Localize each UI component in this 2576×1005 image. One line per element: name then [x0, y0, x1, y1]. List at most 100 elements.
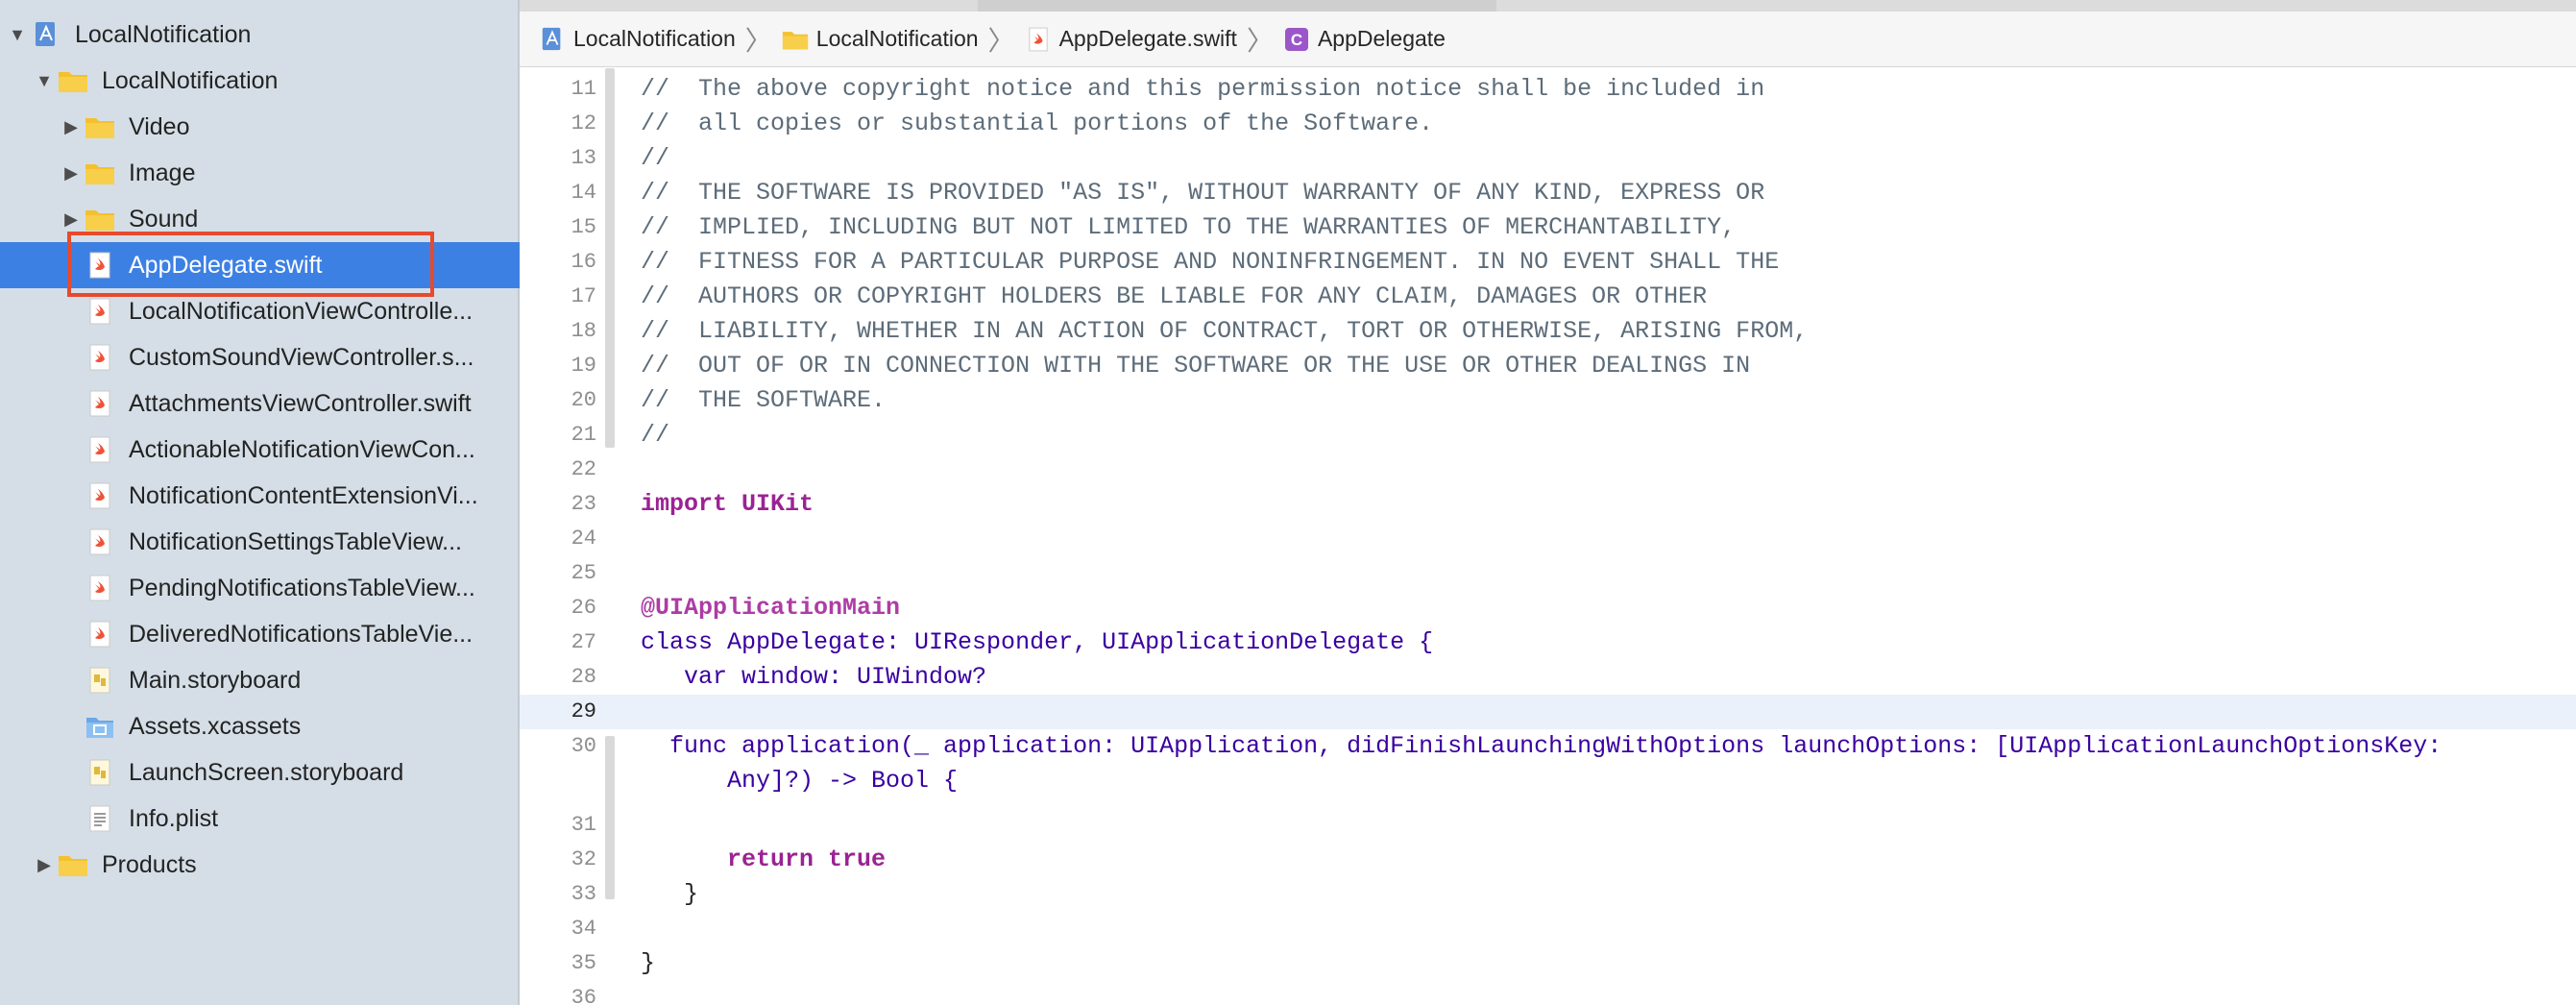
nav-item-folder-sound[interactable]: ▶ Sound: [0, 196, 520, 242]
code-line[interactable]: 22: [520, 453, 2576, 487]
nav-item-main-storyboard[interactable]: Main.storyboard: [0, 657, 520, 703]
nav-item-label: Image: [129, 159, 196, 186]
nav-item-group-localnotification[interactable]: ▼ LocalNotification: [0, 58, 520, 104]
nav-item-label: LaunchScreen.storyboard: [129, 758, 404, 786]
swift-file-icon: [85, 390, 115, 417]
code-line[interactable]: 31: [520, 808, 2576, 843]
code-line[interactable]: 26 @UIApplicationMain: [520, 591, 2576, 625]
nav-item-label: LocalNotificationViewControlle...: [129, 297, 474, 325]
code-line[interactable]: 25: [520, 556, 2576, 591]
line-number: 19: [571, 354, 596, 378]
nav-item-info-plist[interactable]: Info.plist: [0, 796, 520, 842]
breadcrumb-group[interactable]: LocalNotification: [782, 26, 979, 53]
code-line[interactable]: 27 class AppDelegate: UIResponder, UIAppl…: [520, 625, 2576, 660]
disclosure-closed-icon[interactable]: ▶: [58, 159, 85, 186]
nav-item-appdelegate-swift[interactable]: AppDelegate.swift: [0, 242, 520, 288]
code-line[interactable]: 14 // THE SOFTWARE IS PROVIDED "AS IS", W…: [520, 176, 2576, 210]
swift-file-icon: [85, 298, 115, 325]
line-number: 36: [571, 986, 596, 1005]
chevron-right-icon: 〉: [744, 25, 772, 56]
nav-item-swift-file[interactable]: NotificationSettingsTableView...: [0, 519, 520, 565]
nav-item-swift-file[interactable]: AttachmentsViewController.swift: [0, 380, 520, 427]
breadcrumb-label: AppDelegate: [1317, 26, 1446, 51]
code-line[interactable]: 17 // AUTHORS OR COPYRIGHT HOLDERS BE LIA…: [520, 280, 2576, 314]
swift-file-icon: [85, 528, 115, 555]
swift-file-icon: [85, 344, 115, 371]
disclosure-open-icon[interactable]: ▼: [4, 21, 31, 48]
code-text: // IMPLIED, INCLUDING BUT NOT LIMITED TO…: [641, 213, 1737, 241]
breadcrumb-label: LocalNotification: [815, 26, 979, 51]
breadcrumb-file[interactable]: AppDelegate.swift: [1025, 26, 1237, 53]
code-line[interactable]: 19 // OUT OF OR IN CONNECTION WITH THE SO…: [520, 349, 2576, 383]
breadcrumb-label: LocalNotification: [573, 26, 736, 51]
nav-item-label: NotificationContentExtensionVi...: [129, 481, 478, 509]
code-text: Any]?) -> Bool {: [641, 767, 959, 795]
code-line[interactable]: 24: [520, 522, 2576, 556]
nav-item-swift-file[interactable]: PendingNotificationsTableView...: [0, 565, 520, 611]
folder-icon: [58, 67, 88, 94]
folder-icon: [782, 26, 809, 53]
code-line[interactable]: 12 // all copies or substantial portions …: [520, 107, 2576, 141]
disclosure-closed-icon[interactable]: ▶: [58, 113, 85, 140]
swift-file-icon: [1025, 26, 1052, 53]
disclosure-open-icon[interactable]: ▼: [31, 67, 58, 94]
nav-item-folder-image[interactable]: ▶ Image: [0, 150, 520, 196]
nav-item-launchscreen-storyboard[interactable]: LaunchScreen.storyboard: [0, 749, 520, 796]
line-number: 20: [571, 388, 596, 412]
chevron-right-icon: 〉: [987, 25, 1015, 56]
code-text: // all copies or substantial portions of…: [641, 110, 1434, 137]
code-line[interactable]: 15 // IMPLIED, INCLUDING BUT NOT LIMITED …: [520, 210, 2576, 245]
code-line[interactable]: 20 // THE SOFTWARE.: [520, 383, 2576, 418]
nav-item-label: LocalNotification: [75, 20, 252, 48]
code-line[interactable]: 32 return true: [520, 843, 2576, 877]
storyboard-icon: [85, 759, 115, 786]
code-line[interactable]: 13 //: [520, 141, 2576, 176]
nav-item-group-products[interactable]: ▶ Products: [0, 842, 520, 888]
code-line[interactable]: 28 var window: UIWindow?: [520, 660, 2576, 695]
code-line[interactable]: 30 func application(_ application: UIApp…: [520, 729, 2576, 764]
disclosure-closed-icon[interactable]: ▶: [31, 851, 58, 878]
plist-icon: [85, 805, 115, 832]
nav-item-swift-file[interactable]: CustomSoundViewController.s...: [0, 334, 520, 380]
disclosure-closed-icon[interactable]: ▶: [58, 206, 85, 233]
nav-item-label: Sound: [129, 205, 199, 233]
code-line[interactable]: 33 }: [520, 877, 2576, 912]
code-text: // LIABILITY, WHETHER IN AN ACTION OF CO…: [641, 317, 1809, 345]
nav-item-folder-video[interactable]: ▶ Video: [0, 104, 520, 150]
code-line[interactable]: 36: [520, 981, 2576, 1005]
storyboard-icon: [85, 667, 115, 694]
line-number: 26: [571, 596, 596, 620]
code-text: // THE SOFTWARE.: [641, 386, 887, 414]
nav-item-assets[interactable]: Assets.xcassets: [0, 703, 520, 749]
breadcrumb-symbol[interactable]: C AppDelegate: [1283, 26, 1446, 53]
line-number: 21: [571, 423, 596, 447]
code-text: }: [641, 880, 699, 908]
nav-item-swift-file[interactable]: NotificationContentExtensionVi...: [0, 473, 520, 519]
nav-item-swift-file[interactable]: ActionableNotificationViewCon...: [0, 427, 520, 473]
code-line[interactable]: 21 //: [520, 418, 2576, 453]
line-number: 35: [571, 951, 596, 975]
nav-item-swift-file[interactable]: LocalNotificationViewControlle...: [0, 288, 520, 334]
code-line-current[interactable]: 29: [520, 695, 2576, 729]
code-line[interactable]: 18 // LIABILITY, WHETHER IN AN ACTION OF …: [520, 314, 2576, 349]
breadcrumb-project[interactable]: LocalNotification: [539, 26, 736, 53]
code-text: // AUTHORS OR COPYRIGHT HOLDERS BE LIABL…: [641, 282, 1708, 310]
code-text: //: [641, 144, 670, 172]
nav-item-swift-file[interactable]: DeliveredNotificationsTableVie...: [0, 611, 520, 657]
code-line-wrapped[interactable]: Any]?) -> Bool {: [520, 764, 2576, 798]
folder-icon: [85, 206, 115, 233]
nav-item-label: NotificationSettingsTableView...: [129, 527, 462, 555]
code-line[interactable]: 34: [520, 912, 2576, 946]
line-number: 12: [571, 111, 596, 135]
nav-item-label: DeliveredNotificationsTableVie...: [129, 620, 474, 648]
code-line[interactable]: 23 import UIKit: [520, 487, 2576, 522]
code-line[interactable]: 35}: [520, 946, 2576, 981]
folder-icon: [85, 113, 115, 140]
code-editor[interactable]: 11 // The above copyright notice and this…: [520, 68, 2576, 1005]
assets-icon: [85, 713, 115, 740]
code-line[interactable]: 11 // The above copyright notice and this…: [520, 72, 2576, 107]
nav-item-project[interactable]: ▼ LocalNotification: [0, 12, 520, 58]
tab-indicator[interactable]: [978, 0, 1496, 12]
line-number: 16: [571, 250, 596, 274]
code-line[interactable]: 16 // FITNESS FOR A PARTICULAR PURPOSE AN…: [520, 245, 2576, 280]
